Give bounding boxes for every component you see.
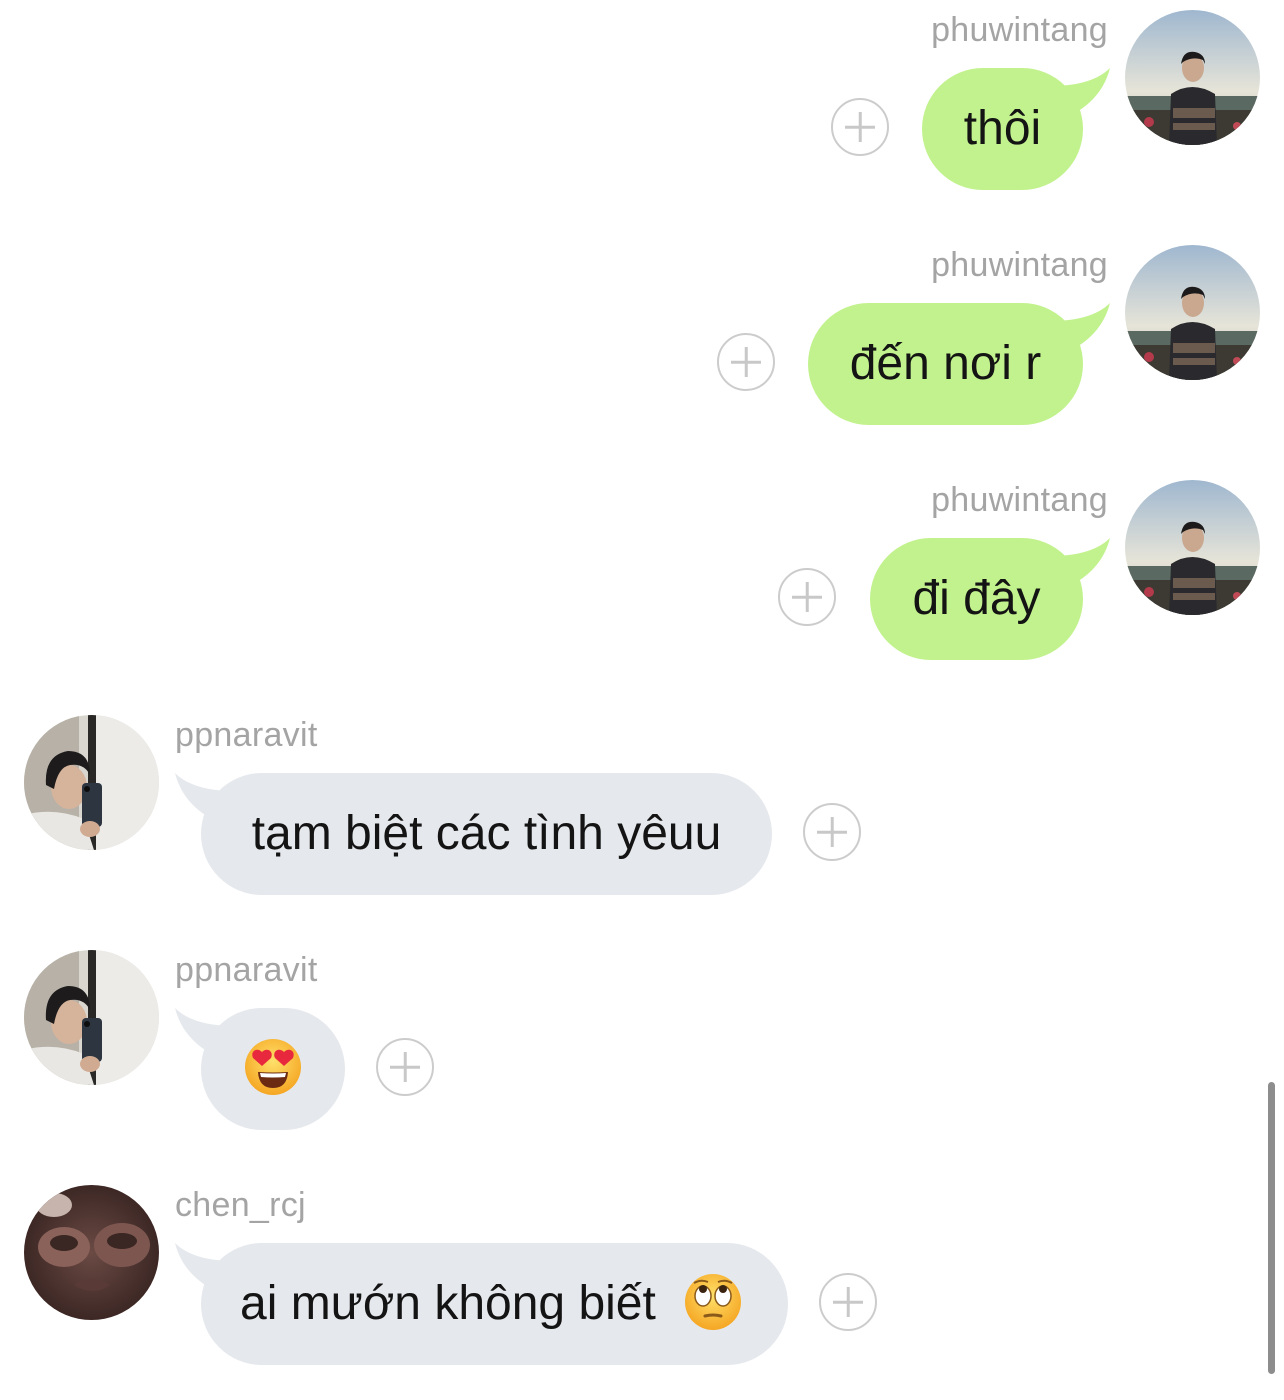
scrollbar[interactable] bbox=[1268, 1082, 1275, 1374]
sender-username: chen_rcj bbox=[175, 1186, 306, 1224]
add-reaction-button[interactable] bbox=[717, 333, 775, 391]
heart-eyes-emoji-icon bbox=[245, 1039, 301, 1096]
message-text: thôi bbox=[963, 102, 1042, 155]
message-text: ai mướn không biết bbox=[240, 1277, 656, 1330]
add-reaction-button[interactable] bbox=[376, 1038, 434, 1096]
message-row: ppnaravit bbox=[0, 950, 1284, 1165]
sender-username: phuwintang bbox=[931, 246, 1108, 284]
message-bubble[interactable]: tạm biệt các tình yêuu bbox=[201, 773, 772, 895]
message-text: tạm biệt các tình yêuu bbox=[251, 807, 722, 860]
message-bubble[interactable] bbox=[201, 1008, 345, 1130]
user-avatar[interactable] bbox=[24, 950, 159, 1085]
user-avatar[interactable] bbox=[1125, 245, 1260, 380]
user-avatar[interactable] bbox=[1125, 480, 1260, 615]
chat-thread: phuwintang thôi phuwintang đến nơi r phu… bbox=[0, 0, 1284, 1375]
message-text: đến nơi r bbox=[849, 337, 1042, 390]
add-reaction-button[interactable] bbox=[831, 98, 889, 156]
message-row: phuwintang đến nơi r bbox=[0, 245, 1284, 460]
message-row: phuwintang đi đây bbox=[0, 480, 1284, 695]
eye-roll-emoji-icon bbox=[685, 1274, 742, 1331]
message-bubble[interactable]: ai mướn không biết bbox=[201, 1243, 788, 1365]
sender-username: ppnaravit bbox=[175, 951, 318, 989]
message-text: đi đây bbox=[912, 572, 1041, 625]
add-reaction-button[interactable] bbox=[778, 568, 836, 626]
add-reaction-button[interactable] bbox=[803, 803, 861, 861]
message-bubble[interactable]: đi đây bbox=[870, 538, 1083, 660]
sender-username: phuwintang bbox=[931, 481, 1108, 519]
add-reaction-button[interactable] bbox=[819, 1273, 877, 1331]
message-row: ppnaravit tạm biệt các tình yêuu bbox=[0, 715, 1284, 930]
sender-username: ppnaravit bbox=[175, 716, 318, 754]
user-avatar[interactable] bbox=[24, 1185, 159, 1320]
user-avatar[interactable] bbox=[1125, 10, 1260, 145]
sender-username: phuwintang bbox=[931, 11, 1108, 49]
message-bubble[interactable]: đến nơi r bbox=[808, 303, 1083, 425]
message-row: chen_rcj ai mướn không biết bbox=[0, 1185, 1284, 1400]
message-row: phuwintang thôi bbox=[0, 10, 1284, 225]
user-avatar[interactable] bbox=[24, 715, 159, 850]
message-bubble[interactable]: thôi bbox=[922, 68, 1083, 190]
